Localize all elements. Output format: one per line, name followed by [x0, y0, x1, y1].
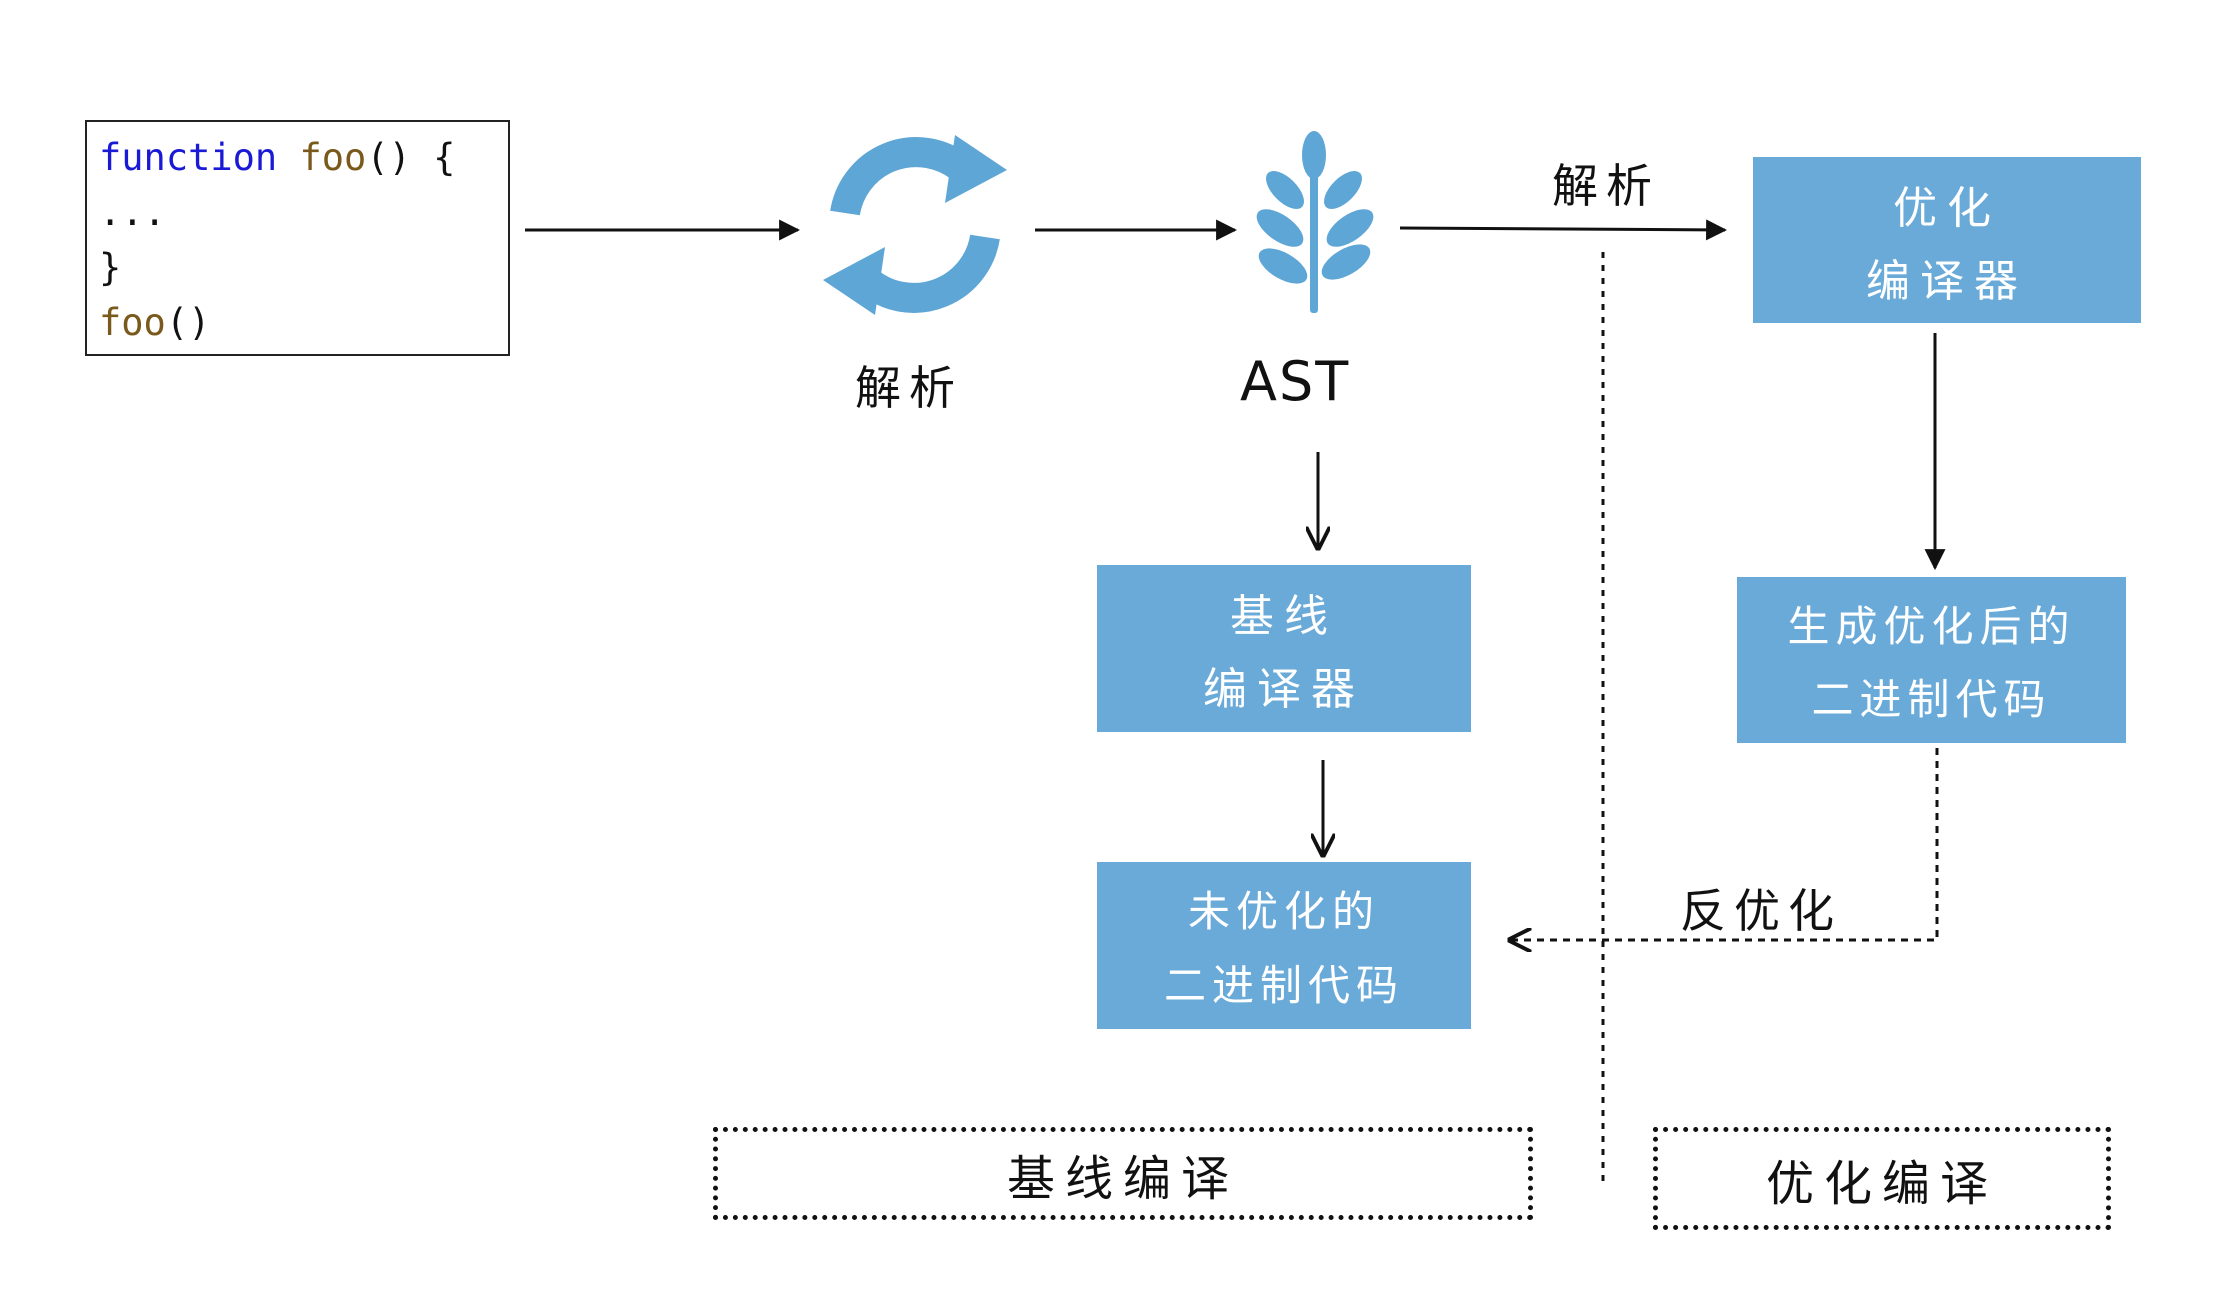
baseline-compile-section: 基线编译	[713, 1127, 1533, 1220]
code-snippet: function foo() { ... } foo()	[85, 120, 510, 356]
unoptimized-binary-box: 未优化的 二进制代码	[1097, 862, 1471, 1029]
parse-arrow-label: 解析	[1552, 159, 1660, 213]
tree-sprout-icon	[1256, 131, 1374, 313]
baseline-compiler-box: 基线 编译器	[1097, 565, 1471, 732]
code-line-3: }	[99, 246, 122, 289]
ast-label: AST	[1240, 350, 1351, 413]
parse-label: 解析	[855, 361, 963, 415]
code-line-4: foo()	[99, 301, 211, 344]
optimizing-compiler-box: 优化 编译器	[1753, 157, 2141, 323]
deopt-label: 反优化	[1680, 884, 1842, 938]
optimized-binary-box: 生成优化后的 二进制代码	[1737, 577, 2126, 743]
refresh-cycle-icon	[823, 135, 1007, 315]
optimizing-compile-section: 优化编译	[1653, 1127, 2111, 1230]
code-line-2: ...	[99, 191, 166, 234]
code-line-1: function foo() {	[99, 136, 456, 179]
arrow-ast-to-optimizer	[1399, 219, 1728, 241]
